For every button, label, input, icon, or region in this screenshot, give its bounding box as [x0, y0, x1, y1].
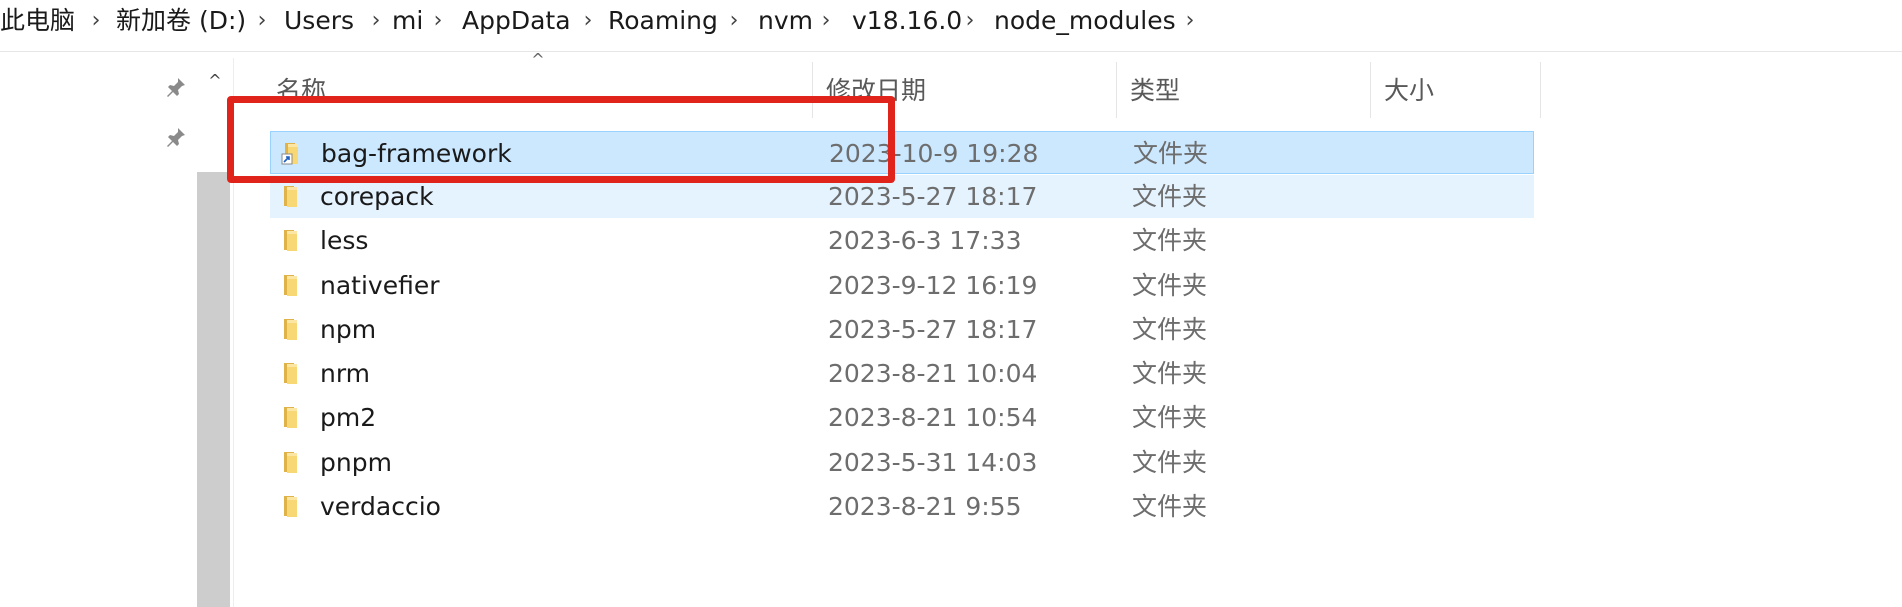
file-type: 文件夹 — [1132, 182, 1208, 211]
chevron-right-icon[interactable]: › — [366, 4, 386, 38]
breadcrumb-item-version[interactable]: v18.16.0 — [852, 4, 962, 38]
file-type: 文件夹 — [1132, 448, 1208, 477]
breadcrumb-item-this-pc[interactable]: 此电脑 — [0, 4, 75, 38]
folder-icon — [280, 494, 306, 518]
chevron-right-icon[interactable]: › — [960, 4, 980, 38]
file-name: npm — [320, 315, 377, 344]
folder-icon — [280, 450, 306, 474]
file-name: nativefier — [320, 271, 440, 300]
file-name: nrm — [320, 359, 371, 388]
folder-icon — [280, 405, 306, 429]
chevron-right-icon[interactable]: › — [252, 4, 272, 38]
file-type: 文件夹 — [1132, 226, 1208, 255]
folder-icon — [280, 184, 306, 208]
folder-icon — [280, 228, 306, 252]
file-date: 2023-9-12 16:19 — [828, 271, 1038, 300]
column-header-type[interactable]: 类型 — [1118, 62, 1370, 120]
file-type: 文件夹 — [1133, 139, 1209, 168]
breadcrumb-item-drive-d[interactable]: 新加卷 (D:) — [116, 4, 246, 38]
breadcrumb-item-appdata[interactable]: AppData — [462, 4, 571, 38]
file-date: 2023-5-27 18:17 — [828, 315, 1038, 344]
breadcrumb: 此电脑 › 新加卷 (D:) › Users › mi › AppData › … — [0, 0, 1902, 50]
column-separator[interactable] — [1370, 62, 1371, 118]
annotation-highlight-box — [227, 96, 895, 183]
file-row[interactable]: verdaccio 2023-8-21 9:55 文件夹 — [270, 485, 1534, 528]
nav-scrollbar[interactable] — [197, 172, 230, 607]
file-row[interactable]: nativefier 2023-9-12 16:19 文件夹 — [270, 264, 1534, 307]
pin-icon[interactable] — [163, 76, 189, 102]
file-name: verdaccio — [320, 492, 441, 521]
file-type: 文件夹 — [1132, 315, 1208, 344]
file-name: less — [320, 226, 369, 255]
file-type: 文件夹 — [1132, 403, 1208, 432]
pin-icon[interactable] — [163, 126, 189, 152]
file-type: 文件夹 — [1132, 271, 1208, 300]
breadcrumb-item-users[interactable]: Users — [284, 4, 354, 38]
file-date: 2023-8-21 9:55 — [828, 492, 1022, 521]
collapse-chevron-icon[interactable]: ^ — [204, 70, 226, 92]
file-name: pm2 — [320, 403, 377, 432]
breadcrumb-item-mi[interactable]: mi — [392, 4, 423, 38]
file-row[interactable]: pm2 2023-8-21 10:54 文件夹 — [270, 396, 1534, 439]
column-header-size[interactable]: 大小 — [1372, 62, 1540, 120]
file-type: 文件夹 — [1132, 359, 1208, 388]
column-separator[interactable] — [1116, 62, 1117, 118]
chevron-right-icon[interactable]: › — [428, 4, 448, 38]
column-separator[interactable] — [1540, 62, 1541, 118]
file-row[interactable]: less 2023-6-3 17:33 文件夹 — [270, 219, 1534, 262]
breadcrumb-item-roaming[interactable]: Roaming — [608, 4, 718, 38]
file-date: 2023-8-21 10:04 — [828, 359, 1038, 388]
chevron-right-icon[interactable]: › — [86, 4, 106, 38]
folder-icon — [280, 361, 306, 385]
chevron-right-icon[interactable]: › — [1180, 4, 1200, 38]
folder-icon — [280, 317, 306, 341]
breadcrumb-item-nvm[interactable]: nvm — [758, 4, 813, 38]
file-type: 文件夹 — [1132, 492, 1208, 521]
file-date: 2023-8-21 10:54 — [828, 403, 1038, 432]
chevron-right-icon[interactable]: › — [816, 4, 836, 38]
breadcrumb-item-node-modules[interactable]: node_modules — [994, 4, 1176, 38]
file-date: 2023-5-31 14:03 — [828, 448, 1038, 477]
file-name: pnpm — [320, 448, 392, 477]
file-row[interactable]: nrm 2023-8-21 10:04 文件夹 — [270, 352, 1534, 395]
chevron-right-icon[interactable]: › — [724, 4, 744, 38]
breadcrumb-divider — [0, 51, 1902, 52]
chevron-right-icon[interactable]: › — [578, 4, 598, 38]
file-row[interactable]: npm 2023-5-27 18:17 文件夹 — [270, 308, 1534, 351]
file-row[interactable]: pnpm 2023-5-31 14:03 文件夹 — [270, 441, 1534, 484]
file-date: 2023-6-3 17:33 — [828, 226, 1022, 255]
folder-icon — [280, 273, 306, 297]
